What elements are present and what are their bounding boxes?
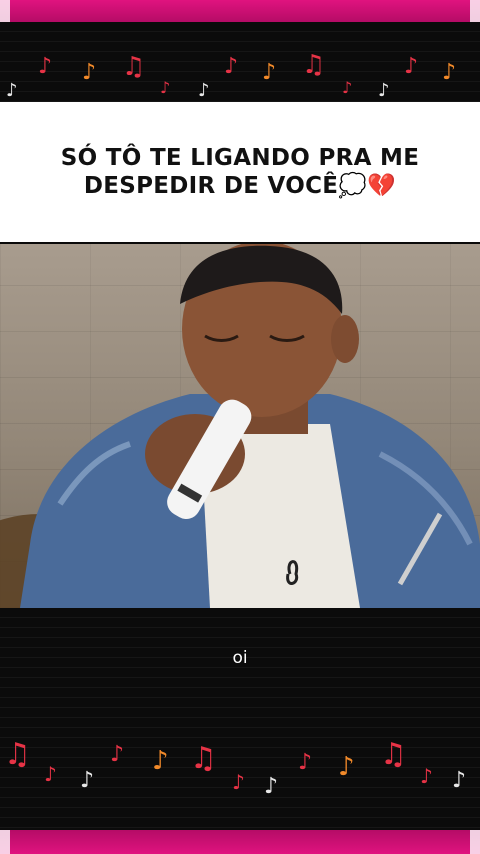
caption-line-2: DESPEDIR DE VOCÊ (83, 173, 339, 199)
caption-text: SÓ TÔ TE LIGANDO PRA ME DESPEDIR DE VOCÊ… (40, 144, 440, 200)
subtitle-text: oi (232, 648, 248, 668)
bottom-decor-stripe (0, 608, 480, 830)
caption-card: SÓ TÔ TE LIGANDO PRA ME DESPEDIR DE VOCÊ… (0, 102, 480, 242)
singer-illustration (0, 244, 480, 608)
top-decor-stripe (0, 22, 480, 102)
top-pink-bar (0, 0, 480, 22)
caption-line-1: SÓ TÔ TE LIGANDO PRA ME (60, 145, 420, 171)
video-frame[interactable] (0, 244, 480, 608)
caption-emoji: 💭💔 (338, 173, 397, 199)
bottom-pink-bar (0, 830, 480, 854)
